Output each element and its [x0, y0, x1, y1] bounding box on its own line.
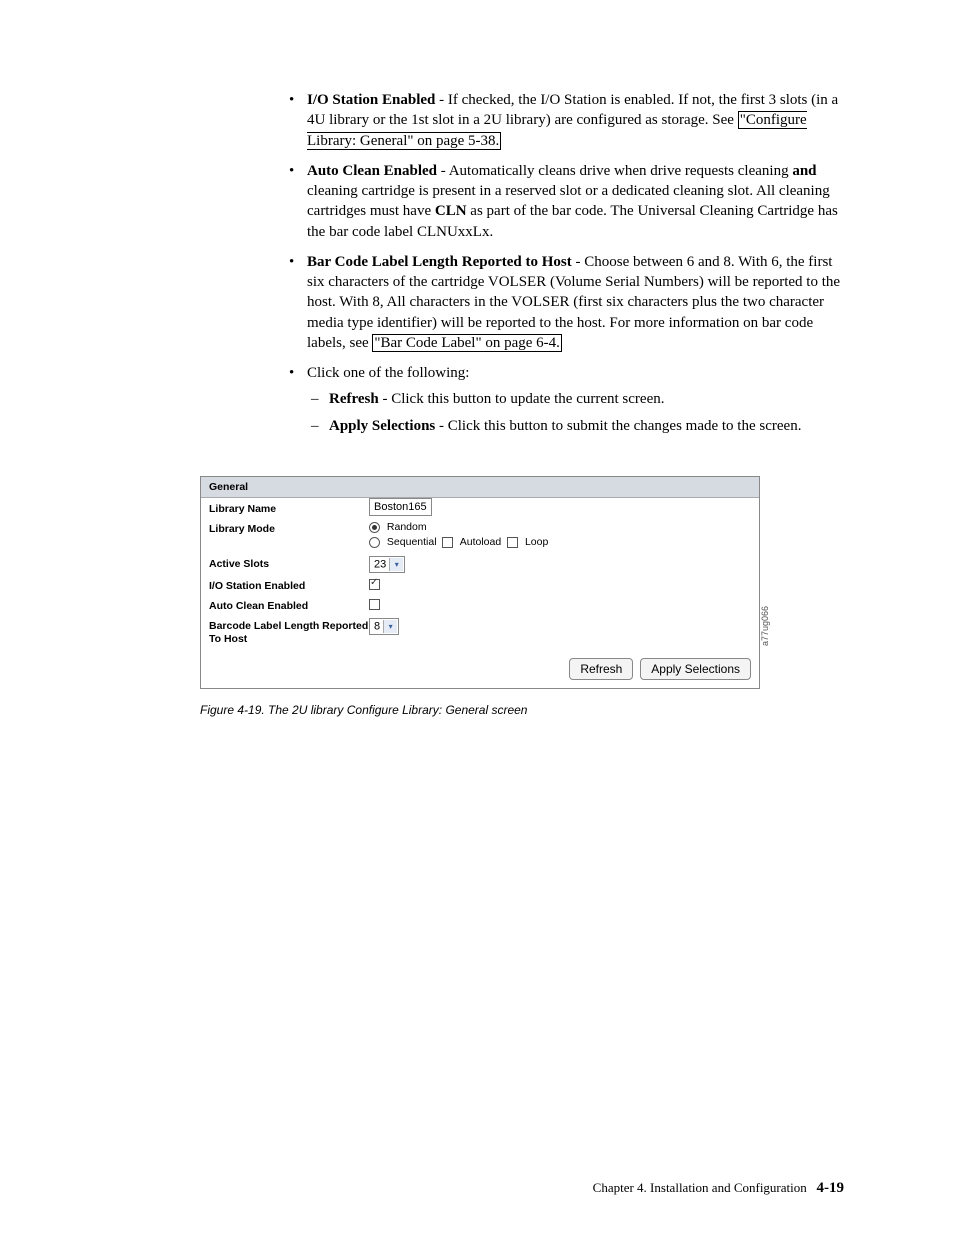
- radio-random-label: Random: [387, 521, 427, 533]
- config-general-panel: General Library Name Boston165 Library M…: [200, 476, 760, 690]
- sub-bullet-apply: Apply Selections - Click this button to …: [307, 416, 844, 436]
- checkbox-io-station[interactable]: [369, 579, 380, 590]
- link-barcode-label[interactable]: "Bar Code Label" on page 6-4.: [372, 334, 562, 352]
- checkbox-auto-clean[interactable]: [369, 599, 380, 610]
- active-slots-value: 23: [374, 558, 386, 570]
- figure-caption: Figure 4-19. The 2U library Configure Li…: [200, 703, 760, 717]
- panel-header: General: [201, 477, 759, 498]
- library-name-input[interactable]: Boston165: [369, 498, 432, 516]
- sub-text: - Click this button to submit the change…: [435, 418, 801, 434]
- page: I/O Station Enabled - If checked, the I/…: [0, 0, 954, 1235]
- apply-selections-button[interactable]: Apply Selections: [640, 658, 751, 680]
- label-auto-clean: Auto Clean Enabled: [209, 597, 369, 613]
- figure-reference-code: a77ug066: [760, 606, 770, 646]
- checkbox-loop-label: Loop: [525, 536, 548, 548]
- row-barcode: Barcode Label Length Reported To Host 8▾: [201, 615, 759, 648]
- label-library-mode: Library Mode: [209, 520, 369, 536]
- bullet-io-station: I/O Station Enabled - If checked, the I/…: [285, 90, 844, 151]
- label-io-station: I/O Station Enabled: [209, 577, 369, 593]
- bullet-title: Auto Clean Enabled: [307, 163, 437, 179]
- sub-title: Apply Selections: [329, 418, 435, 434]
- footer-page-number: 4-19: [817, 1180, 845, 1196]
- row-active-slots: Active Slots 23▾: [201, 553, 759, 575]
- page-footer: Chapter 4. Installation and Configuratio…: [593, 1180, 844, 1197]
- sub-bullet-list: Refresh - Click this button to update th…: [307, 389, 844, 436]
- bullet-list: I/O Station Enabled - If checked, the I/…: [285, 90, 844, 436]
- radio-sequential[interactable]: [369, 537, 380, 548]
- label-active-slots: Active Slots: [209, 555, 369, 571]
- refresh-button[interactable]: Refresh: [569, 658, 633, 680]
- row-io-station: I/O Station Enabled: [201, 575, 759, 595]
- label-barcode: Barcode Label Length Reported To Host: [209, 617, 369, 646]
- chevron-down-icon: ▾: [383, 620, 397, 633]
- bullet-auto-clean: Auto Clean Enabled - Automatically clean…: [285, 161, 844, 242]
- row-library-name: Library Name Boston165: [201, 498, 759, 518]
- row-library-mode: Library Mode Random Sequential Autoload …: [201, 518, 759, 553]
- bold-cln: CLN: [435, 203, 467, 219]
- checkbox-autoload-label: Autoload: [460, 536, 501, 548]
- barcode-length-value: 8: [374, 621, 380, 633]
- chevron-down-icon: ▾: [389, 558, 403, 571]
- figure-wrap: General Library Name Boston165 Library M…: [200, 476, 760, 718]
- bold-and: and: [792, 163, 816, 179]
- checkbox-loop[interactable]: [507, 537, 518, 548]
- bullet-text: Click one of the following:: [307, 365, 469, 381]
- bullet-barcode: Bar Code Label Length Reported to Host -…: [285, 252, 844, 353]
- bullet-title: I/O Station Enabled: [307, 92, 435, 108]
- row-auto-clean: Auto Clean Enabled: [201, 595, 759, 615]
- bullet-title: Bar Code Label Length Reported to Host: [307, 254, 572, 270]
- sub-title: Refresh: [329, 391, 379, 407]
- bullet-text: - Automatically cleans drive when drive …: [437, 163, 792, 179]
- button-bar: Refresh Apply Selections: [201, 648, 759, 688]
- active-slots-select[interactable]: 23▾: [369, 556, 405, 573]
- barcode-length-select[interactable]: 8▾: [369, 618, 399, 635]
- sub-text: - Click this button to update the curren…: [379, 391, 665, 407]
- footer-chapter: Chapter 4. Installation and Configuratio…: [593, 1180, 807, 1195]
- sub-bullet-refresh: Refresh - Click this button to update th…: [307, 389, 844, 409]
- radio-random[interactable]: [369, 522, 380, 533]
- bullet-click: Click one of the following: Refresh - Cl…: [285, 363, 844, 436]
- label-library-name: Library Name: [209, 500, 369, 516]
- checkbox-autoload[interactable]: [442, 537, 453, 548]
- radio-sequential-label: Sequential: [387, 536, 437, 548]
